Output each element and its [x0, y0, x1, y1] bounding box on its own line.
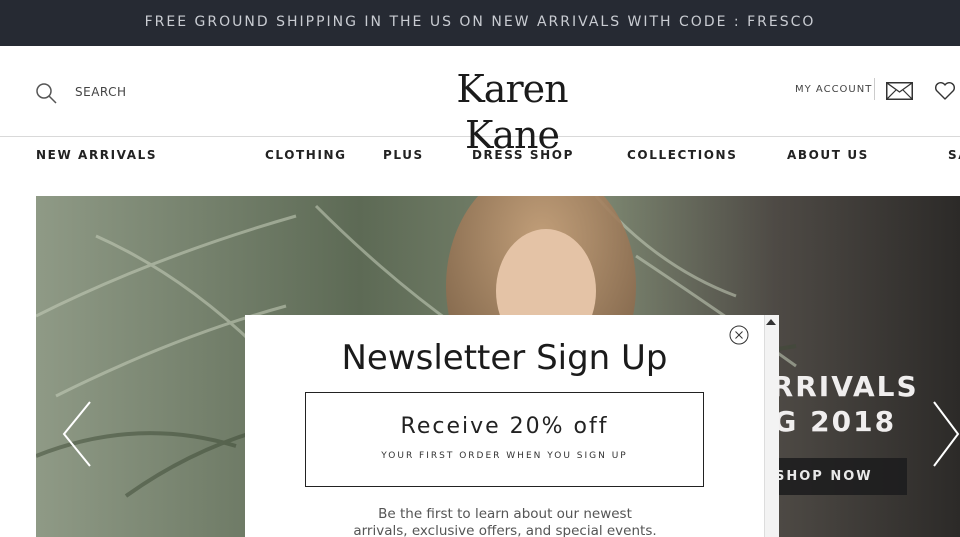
promo-text: FREE GROUND SHIPPING IN THE US ON NEW AR…	[144, 14, 816, 30]
modal-body-line: arrivals, exclusive offers, and special …	[353, 523, 657, 537]
promo-bar: FREE GROUND SHIPPING IN THE US ON NEW AR…	[0, 0, 960, 46]
modal-body-line: Be the first to learn about our newest	[378, 506, 632, 522]
offer-subtext: YOUR FIRST ORDER WHEN YOU SIGN UP	[381, 451, 628, 461]
offer-headline: Receive 20% off	[400, 414, 609, 439]
nav-item-plus[interactable]: PLUS	[383, 148, 424, 162]
modal-body-text: Be the first to learn about our newest a…	[340, 506, 670, 537]
site-header: SEARCH Karen Kane MY ACCOUNT	[0, 46, 960, 157]
nav-item-clothing[interactable]: CLOTHING	[265, 148, 347, 162]
offer-box	[305, 392, 704, 487]
modal-scrollbar[interactable]	[764, 315, 779, 537]
carousel-prev-arrow-icon[interactable]	[60, 400, 94, 468]
nav-item-about-us[interactable]: ABOUT US	[787, 148, 869, 162]
nav-item-dress-shop[interactable]: DRESS SHOP	[472, 148, 574, 162]
header-divider	[874, 78, 875, 100]
mail-icon[interactable]	[886, 82, 913, 100]
main-nav: NEW ARRIVALS CLOTHING PLUS DRESS SHOP CO…	[0, 137, 960, 173]
search-input[interactable]: SEARCH	[75, 85, 127, 99]
logo[interactable]: Karen Kane	[420, 66, 604, 157]
search-icon[interactable]	[35, 82, 57, 104]
my-account-link[interactable]: MY ACCOUNT	[795, 84, 872, 95]
carousel-next-arrow-icon[interactable]	[930, 400, 960, 468]
nav-item-new-arrivals[interactable]: NEW ARRIVALS	[36, 148, 157, 162]
heart-icon[interactable]	[934, 81, 956, 101]
nav-item-collections[interactable]: COLLECTIONS	[627, 148, 737, 162]
scroll-up-arrow-icon[interactable]	[766, 319, 776, 325]
nav-item-sale[interactable]: SA	[948, 148, 960, 162]
modal-title: Newsletter Sign Up	[341, 338, 668, 378]
